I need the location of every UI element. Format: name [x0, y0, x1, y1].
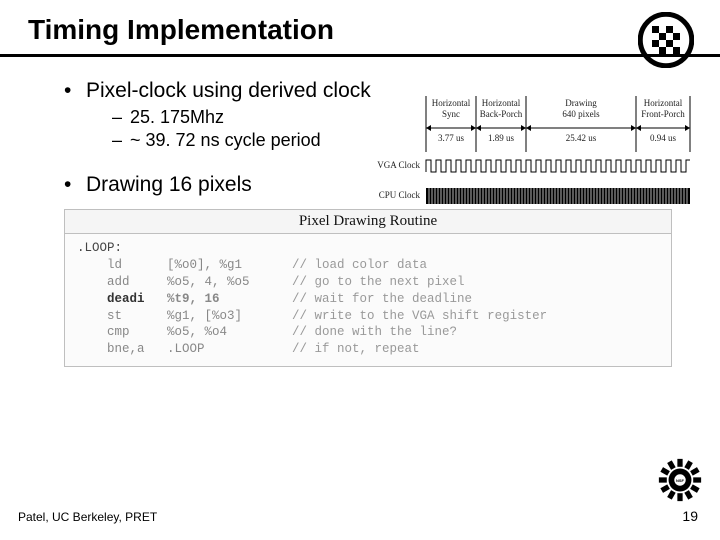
seg2-top: Drawing	[565, 98, 597, 108]
title-underline	[0, 54, 720, 57]
seg3-bot: Front-Porch	[641, 109, 685, 119]
code-box-body: .LOOP: ld[%o0], %g1 // load color data a…	[65, 234, 671, 366]
seg1-bot: Back-Porch	[480, 109, 523, 119]
bullet-2-text: Drawing 16 pixels	[86, 173, 252, 196]
seg3-time: 0.94 us	[650, 133, 677, 143]
vga-clock-wave	[426, 160, 690, 172]
timing-diagram: Horizontal Sync 3.77 us Horizontal Back-…	[374, 96, 696, 216]
seg0-bot: Sync	[442, 109, 460, 119]
svg-text:NSF: NSF	[676, 478, 684, 483]
slide: Timing Implementation Pixel-clock using …	[0, 0, 720, 540]
title-row: Timing Implementation	[28, 14, 692, 57]
bullet-list-2: Drawing 16 pixels	[64, 173, 692, 197]
footer-credit: Patel, UC Berkeley, PRET	[18, 510, 157, 524]
slide-title: Timing Implementation	[28, 14, 334, 52]
seg0-top: Horizontal	[432, 98, 471, 108]
chess-logo-icon	[638, 12, 694, 68]
seg2-bot: 640 pixels	[562, 109, 600, 119]
bullet-2: Drawing 16 pixels	[64, 173, 692, 197]
seg2-time: 25.42 us	[566, 133, 597, 143]
seg1-time: 1.89 us	[488, 133, 515, 143]
gear-logo-icon: NSF	[658, 458, 702, 502]
seg3-top: Horizontal	[644, 98, 683, 108]
bullet-1-text: Pixel-clock using derived clock	[86, 79, 371, 102]
code-box: Pixel Drawing Routine .LOOP: ld[%o0], %g…	[64, 209, 672, 367]
vga-clock-label: VGA Clock	[377, 160, 420, 170]
seg0-time: 3.77 us	[438, 133, 465, 143]
page-number: 19	[682, 508, 698, 524]
seg1-top: Horizontal	[482, 98, 521, 108]
